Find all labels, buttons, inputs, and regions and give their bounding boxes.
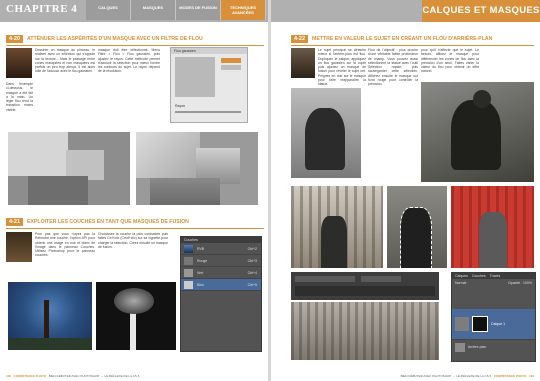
body-text: masque doit être sélectionné. Menu Filtr… xyxy=(98,48,160,74)
left-header-bar: CHAPITRE 4 CALQUES MASQUES MODES DE FUSI… xyxy=(0,0,268,22)
right-footer: BIEN DÉBUTER AVEC PHOTOSHOP – LE RÉFLEXE… xyxy=(400,374,534,378)
body-text: Dans l'exemple ci-dessous, le masque a é… xyxy=(6,82,33,112)
mask-image-before xyxy=(8,132,130,205)
section-rule xyxy=(6,228,264,229)
layer-row: Arrière-plan xyxy=(452,339,535,354)
body-text: Dessiner un masque au pinceau, le réalis… xyxy=(35,48,95,74)
cancel-button xyxy=(221,65,241,70)
tab-couches: Couches xyxy=(471,274,486,278)
body-text: Choisissez la couche la plus contrastée … xyxy=(98,232,168,249)
section-number: 4-20 xyxy=(6,35,24,43)
body-text: pour qu'il n'affecte que le sujet. Le be… xyxy=(421,48,479,74)
tree-photo-color xyxy=(8,282,92,350)
right-header-bar: CALQUES ET MASQUES xyxy=(271,0,540,22)
tab-techniques-avancees: TECHNIQUES AVANCÉES xyxy=(221,0,266,20)
quick-mask-red-photo xyxy=(451,186,534,268)
channels-panel: Couches RVB Ctrl+2 Rouge Ctrl+3 Vert Ctr… xyxy=(180,236,262,352)
chapter-banner: CALQUES ET MASQUES xyxy=(422,0,540,22)
dialog-preview xyxy=(175,57,215,97)
tree-photo-mask xyxy=(96,282,176,350)
section-title: METTRE EN VALEUR LE SUJET EN CRÉANT UN F… xyxy=(312,36,493,42)
tab-masques: MASQUES xyxy=(131,0,176,20)
body-text: Pour pas que vous n'ayez pas la Refondre… xyxy=(35,232,95,258)
chapter-tabs: CALQUES MASQUES MODES DE FUSION TECHNIQU… xyxy=(86,0,266,22)
section-4-21-heading: 4-21 EXPLOITER LES COUCHES EN TANT QUE M… xyxy=(6,217,189,227)
channel-row: Vert Ctrl+4 xyxy=(181,267,261,279)
radius-slider xyxy=(175,111,241,113)
section-number: 4-21 xyxy=(6,218,24,226)
channel-row: Rouge Ctrl+3 xyxy=(181,255,261,267)
dialog-title: Flou gaussien xyxy=(171,48,247,54)
channel-row-selected: Bleu Ctrl+5 xyxy=(181,279,261,291)
section-rule xyxy=(291,45,534,46)
thumbnail-image xyxy=(291,48,315,78)
layer-mask-thumb xyxy=(472,316,488,332)
thumbnail-image xyxy=(6,232,32,262)
layers-panel: Calques Couches Tracés Normal Opacité : … xyxy=(451,272,536,362)
section-number: 4-22 xyxy=(291,35,309,43)
building-photo xyxy=(291,186,383,268)
channel-row: RVB Ctrl+2 xyxy=(181,243,261,255)
tab-modes-fusion: MODES DE FUSION xyxy=(176,0,221,20)
left-page: CHAPITRE 4 CALQUES MASQUES MODES DE FUSI… xyxy=(0,0,268,381)
photoshop-options-bar xyxy=(291,272,439,300)
statue-selection-photo xyxy=(387,186,447,268)
statue-photo-sharp xyxy=(291,88,361,178)
blend-mode: Normal xyxy=(455,281,467,285)
section-title: EXPLOITER LES COUCHES EN TANT QUE MASQUE… xyxy=(27,219,189,225)
building-photo-bottom xyxy=(291,302,439,360)
mask-image-after xyxy=(136,132,258,205)
chapter-title: CHAPITRE 4 xyxy=(6,3,78,15)
right-page: CALQUES ET MASQUES 4-22 METTRE EN VALEUR… xyxy=(271,0,540,381)
left-footer: 106 COMPÉTENCE PHOTO BIEN DÉBUTER AVEC P… xyxy=(6,374,140,378)
layer-row-selected: Calque 1 xyxy=(452,309,535,339)
gaussian-blur-dialog: Flou gaussien Rayon xyxy=(170,47,248,123)
opacity-value: Opacité : 100% xyxy=(508,281,532,285)
tab-calques: CALQUES xyxy=(86,0,131,20)
radius-label: Rayon xyxy=(175,104,186,108)
body-text: Flou de l'objectif : plus proche d'une v… xyxy=(368,48,418,87)
ok-button xyxy=(221,58,241,63)
tab-traces: Tracés xyxy=(489,274,501,278)
section-4-22-heading: 4-22 METTRE EN VALEUR LE SUJET EN CRÉANT… xyxy=(291,34,492,44)
layers-options-row: Normal Opacité : 100% xyxy=(452,279,535,291)
thumbnail-image xyxy=(6,48,32,78)
section-title: ATTÉNUER LES ASPÉRITÉS D'UN MASQUE AVEC … xyxy=(27,36,203,42)
section-4-20-heading: 4-20 ATTÉNUER LES ASPÉRITÉS D'UN MASQUE … xyxy=(6,34,203,44)
section-rule xyxy=(6,45,264,46)
tab-calques: Calques xyxy=(455,274,468,278)
statue-photo-blurred xyxy=(421,82,534,182)
